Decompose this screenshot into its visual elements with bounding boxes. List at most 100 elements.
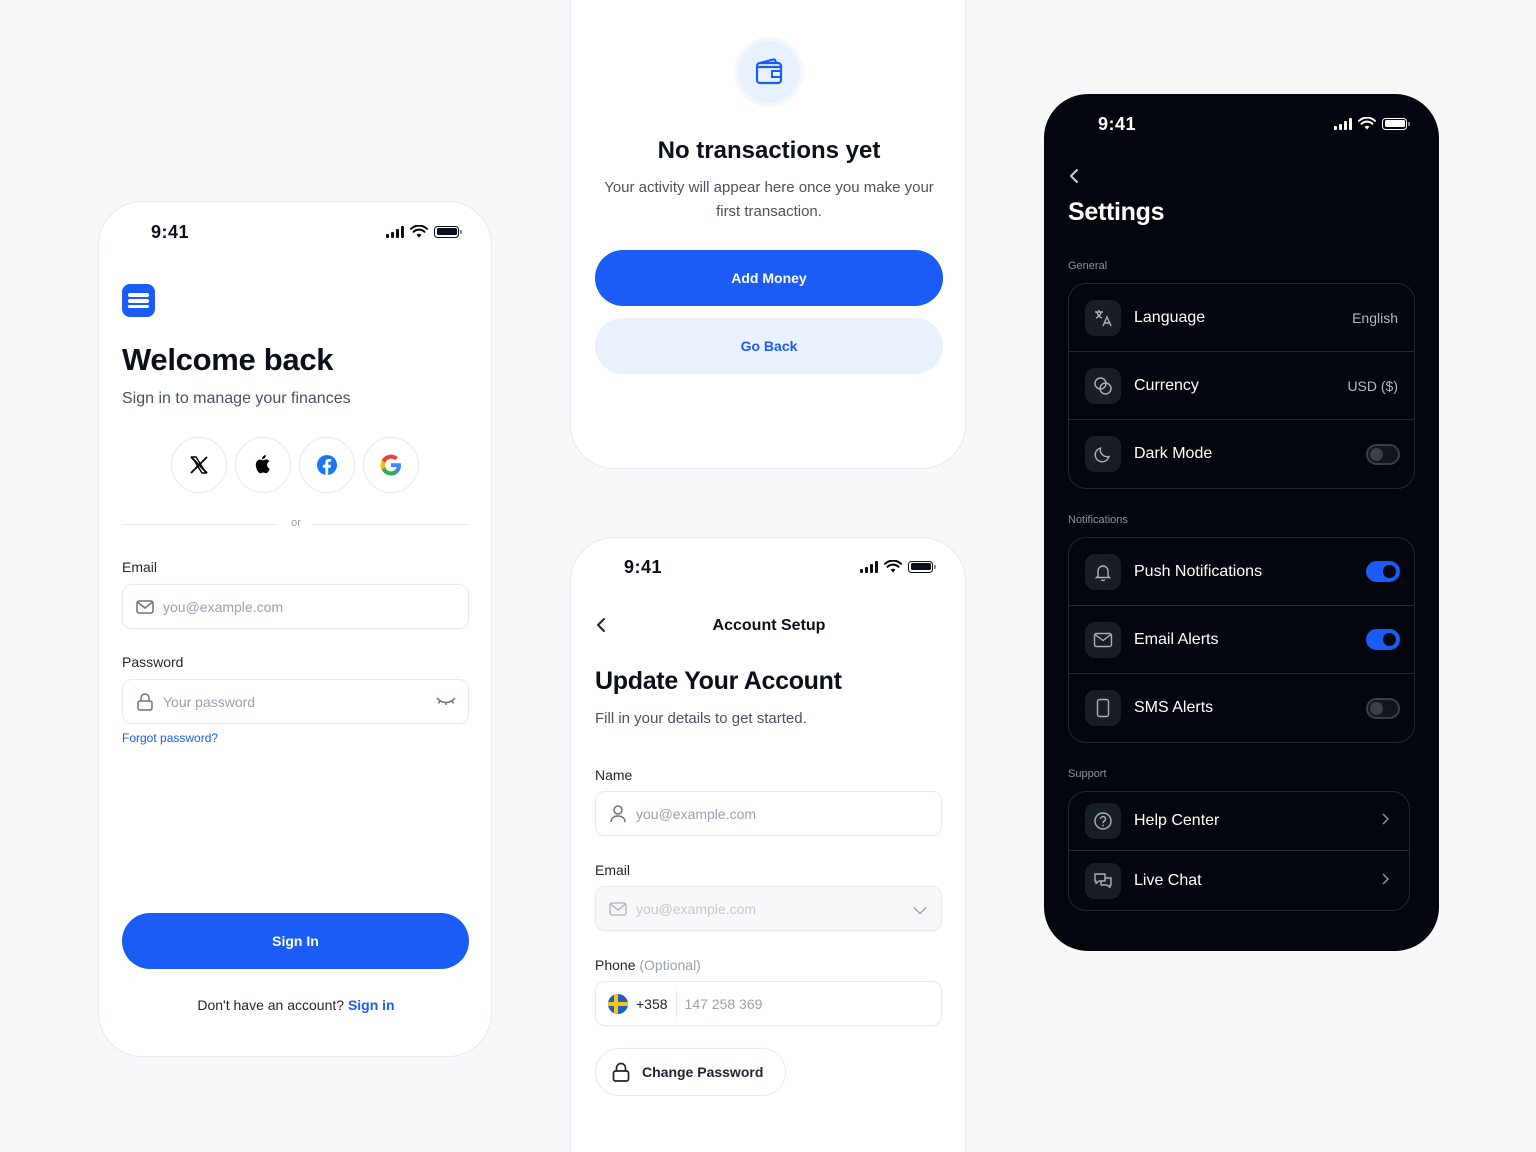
language-row[interactable]: Language English — [1069, 284, 1414, 352]
help-center-row[interactable]: Help Center — [1069, 792, 1409, 851]
email-field[interactable]: you@example.com — [122, 584, 469, 629]
phone-label-text: Phone — [595, 957, 636, 973]
empty-description: Your activity will appear here once you … — [604, 179, 934, 220]
currency-label: Currency — [1134, 376, 1199, 394]
divider-right — [313, 524, 468, 525]
signup-link[interactable]: Sign in — [348, 997, 395, 1013]
password-label: Password — [122, 654, 184, 670]
status-icons — [860, 560, 936, 573]
name-label: Name — [595, 767, 633, 783]
app-logo — [122, 284, 155, 317]
status-time: 9:41 — [1098, 114, 1137, 134]
chevron-left-icon — [1070, 169, 1078, 183]
sign-in-button[interactable]: Sign In — [122, 913, 469, 969]
signal-icon — [386, 225, 404, 238]
forgot-password-link[interactable]: Forgot password? — [122, 731, 218, 745]
nav-title: Account Setup — [712, 617, 826, 634]
language-value: English — [1352, 309, 1398, 326]
chat-icon — [1085, 862, 1121, 899]
facebook-login-button[interactable] — [299, 437, 355, 493]
email-alerts-toggle[interactable] — [1366, 629, 1400, 650]
status-time: 9:41 — [624, 557, 663, 577]
google-login-button[interactable] — [363, 437, 419, 493]
phone-field[interactable]: +358 147 258 369 — [595, 981, 942, 1026]
phone-device-icon — [1085, 690, 1121, 726]
signup-prompt: Don't have an account? Sign in — [99, 997, 491, 1013]
status-bar: 9:41 — [1044, 114, 1439, 138]
lock-icon — [612, 1062, 630, 1082]
page-title: Update Your Account — [595, 667, 842, 695]
chevron-down-icon — [913, 902, 927, 918]
push-notifications-label: Push Notifications — [1134, 562, 1263, 580]
lock-icon — [135, 692, 155, 712]
password-field[interactable]: Your password — [122, 679, 469, 724]
user-icon — [608, 804, 628, 824]
add-money-button[interactable]: Add Money — [595, 250, 943, 306]
email-label: Email — [122, 559, 158, 575]
live-chat-label: Live Chat — [1134, 871, 1202, 889]
help-center-label: Help Center — [1134, 812, 1220, 829]
facebook-logo-icon — [317, 455, 337, 475]
x-login-button[interactable] — [171, 437, 227, 493]
apple-login-button[interactable] — [235, 437, 291, 493]
help-circle-icon — [1085, 803, 1121, 839]
battery-icon — [908, 560, 936, 573]
dark-mode-toggle[interactable] — [1366, 443, 1400, 465]
currency-value: USD ($) — [1347, 377, 1398, 394]
sms-alerts-row: SMS Alerts — [1069, 674, 1414, 742]
status-time: 9:41 — [151, 222, 190, 242]
name-placeholder: you@example.com — [636, 805, 757, 822]
name-field[interactable]: you@example.com — [595, 791, 942, 836]
page-subtitle: Fill in your details to get started. — [595, 710, 807, 727]
country-code[interactable]: +358 — [636, 989, 677, 1018]
currency-row[interactable]: Currency USD ($) — [1069, 352, 1414, 420]
dark-mode-label: Dark Mode — [1134, 445, 1213, 462]
section-general: General — [1068, 260, 1108, 272]
back-button[interactable] — [1064, 166, 1084, 186]
settings-screen: 9:41 Settings General Language English C… — [1044, 94, 1439, 951]
change-password-label: Change Password — [642, 1064, 764, 1080]
sms-alerts-toggle[interactable] — [1366, 697, 1400, 719]
section-notifications: Notifications — [1068, 514, 1128, 526]
wallet-icon — [738, 41, 800, 103]
push-notifications-toggle[interactable] — [1366, 561, 1400, 582]
notifications-group: Push Notifications Email Alerts SMS Aler… — [1068, 537, 1415, 743]
moon-icon — [1085, 436, 1121, 472]
empty-title: No transactions yet — [657, 137, 881, 164]
eye-closed-icon[interactable] — [436, 694, 456, 711]
email-alerts-row: Email Alerts — [1069, 606, 1414, 674]
login-screen: 9:41 Welcome back Sign in to manage your… — [98, 201, 492, 1057]
sms-alerts-label: SMS Alerts — [1134, 699, 1214, 716]
battery-icon — [434, 225, 462, 238]
status-bar: 9:41 — [571, 557, 965, 581]
wifi-icon — [884, 560, 902, 573]
wifi-icon — [410, 225, 428, 238]
chevron-right-icon — [1382, 872, 1390, 890]
status-icons — [386, 225, 462, 238]
language-label: Language — [1134, 308, 1206, 326]
apple-logo-icon — [255, 455, 270, 474]
chevron-right-icon — [1382, 812, 1390, 830]
phone-label: Phone (Optional) — [595, 957, 701, 973]
push-notifications-row: Push Notifications — [1069, 538, 1414, 606]
email-label: Email — [595, 862, 631, 878]
change-password-button[interactable]: Change Password — [595, 1048, 787, 1096]
email-placeholder: you@example.com — [163, 598, 284, 615]
divider-text: or — [291, 517, 301, 529]
page-title: Settings — [1068, 198, 1165, 226]
go-back-button[interactable]: Go Back — [595, 318, 943, 374]
bell-icon — [1085, 553, 1121, 590]
mail-icon — [608, 899, 628, 919]
account-setup-screen: 9:41 Account Setup Update Your Account F… — [570, 537, 966, 1152]
page-title: Welcome back — [122, 342, 334, 377]
translate-icon — [1085, 299, 1121, 336]
coins-icon — [1085, 367, 1121, 404]
sweden-flag-icon[interactable] — [608, 993, 628, 1014]
email-select[interactable]: you@example.com — [595, 886, 942, 931]
live-chat-row[interactable]: Live Chat — [1069, 851, 1409, 910]
status-icons — [1334, 117, 1410, 130]
general-group: Language English Currency USD ($) Dark M… — [1068, 283, 1415, 489]
status-bar: 9:41 — [99, 222, 491, 246]
email-alerts-label: Email Alerts — [1134, 630, 1219, 648]
support-group: Help Center Live Chat — [1068, 791, 1410, 911]
